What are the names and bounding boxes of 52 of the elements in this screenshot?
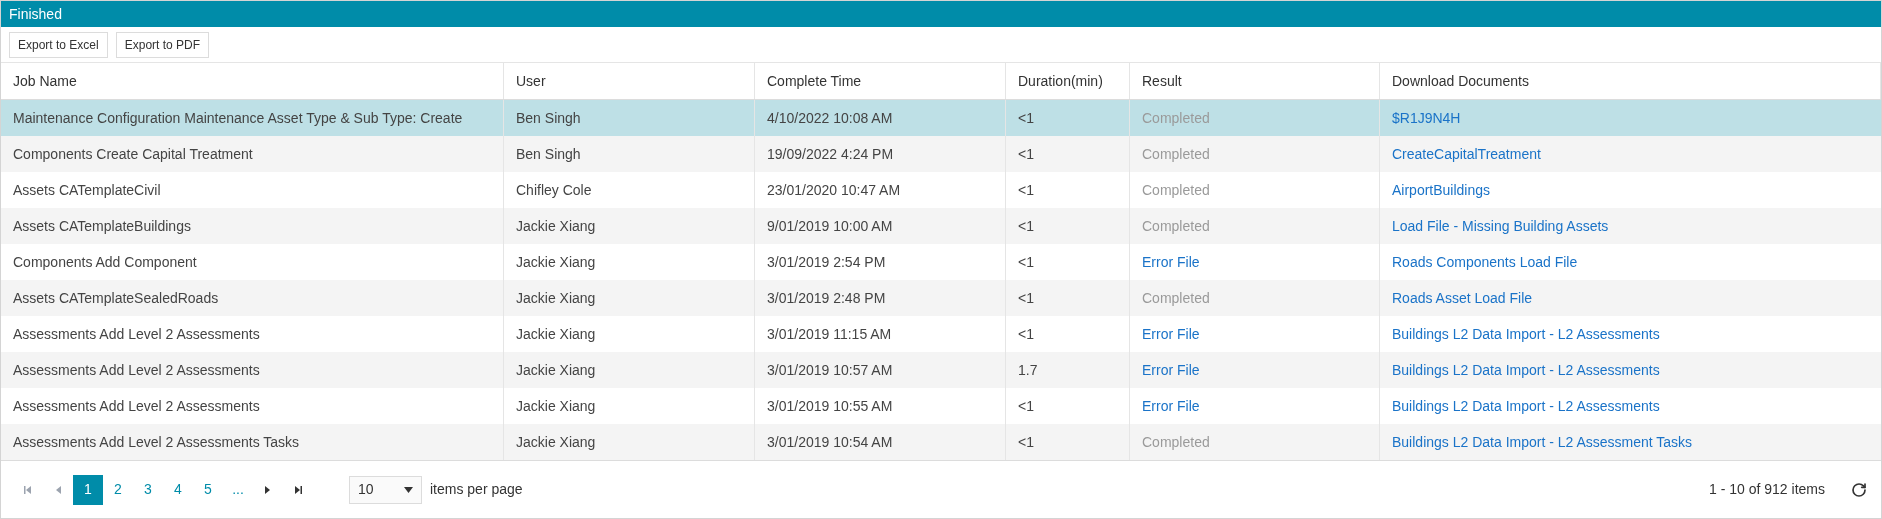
result-status: Completed [1142, 288, 1210, 308]
document-link[interactable]: Buildings L2 Data Import - L2 Assessment Tasks [1392, 431, 1693, 453]
page-button[interactable]: 2 [103, 474, 133, 505]
document-link[interactable]: AirportBuildings [1392, 179, 1491, 201]
result-status: Completed [1142, 432, 1210, 452]
document-link[interactable]: Load File - Missing Building Assets [1392, 215, 1609, 237]
result-status: Completed [1142, 144, 1210, 164]
result-status: Completed [1142, 108, 1210, 128]
document-link[interactable]: Buildings L2 Data Import - L2 Assessments [1392, 323, 1660, 345]
table-row[interactable]: Assessments Add Level 2 Assessments Tasks Jackie Xiang 3/01/2019 10:54 AM <1 Completed Buildings L2 Data Import - L2 Assessment Tasks [1, 424, 1881, 460]
page-button[interactable]: ... [223, 474, 253, 505]
column-header[interactable]: Duration(min) [1006, 63, 1130, 99]
caret-down-icon [404, 486, 413, 493]
error-file-link[interactable]: Error File [1142, 395, 1200, 417]
page-button[interactable]: 1 [73, 474, 103, 505]
panel-title: Finished [1, 1, 1881, 27]
table-row[interactable]: Components Create Capital Treatment Ben Singh 19/09/2022 4:24 PM <1 Completed CreateCapitalTreatment [1, 136, 1881, 172]
page-button[interactable]: 4 [163, 474, 193, 505]
table-row[interactable]: Assets CATemplateSealedRoads Jackie Xiang 3/01/2019 2:48 PM <1 Completed Roads Asset Load File [1, 280, 1881, 316]
items-per-page-label: items per page [430, 480, 523, 499]
table-cell: Assessments Add Level 2 Assessments Tasks [1, 424, 504, 460]
document-link[interactable]: Roads Asset Load File [1392, 287, 1533, 309]
error-file-link[interactable]: Error File [1142, 359, 1200, 381]
export-button[interactable]: Export to Excel [9, 31, 108, 58]
column-header[interactable]: Complete Time [755, 63, 1006, 99]
column-header[interactable]: Result [1130, 63, 1380, 99]
table-row[interactable]: Maintenance Configuration Maintenance Asset Type & Sub Type: Create Ben Singh 4/10/2022 10:08 AM <1 Completed $R1J9N4H [1, 100, 1881, 136]
document-link[interactable]: CreateCapitalTreatment [1392, 143, 1541, 165]
table-row[interactable]: Assets CATemplateBuildings Jackie Xiang 9/01/2019 10:00 AM <1 Completed Load File - Missing Building Assets [1, 208, 1881, 244]
page-size-dropdown[interactable]: 10 [349, 475, 422, 504]
table-cell: 3/01/2019 10:54 AM [755, 424, 1006, 460]
pager-summary: 1 - 10 of 912 items [1709, 480, 1825, 499]
page-button[interactable]: 5 [193, 474, 223, 505]
refresh-icon [1851, 481, 1867, 498]
error-file-link[interactable]: Error File [1142, 323, 1200, 345]
table-row[interactable]: Assessments Add Level 2 Assessments Jackie Xiang 3/01/2019 10:57 AM 1.7 Error File Buildings L2 Data Import - L2 Assessments [1, 352, 1881, 388]
arrow-right-bar-icon [292, 483, 304, 496]
document-link[interactable]: Buildings L2 Data Import - L2 Assessments [1392, 359, 1660, 381]
result-status: Completed [1142, 180, 1210, 200]
column-header[interactable]: User [504, 63, 755, 99]
page-button[interactable]: 3 [133, 474, 163, 505]
document-link[interactable]: Roads Components Load File [1392, 251, 1578, 273]
arrow-left-bar-icon [22, 483, 34, 496]
column-header[interactable]: Job Name [1, 63, 504, 99]
result-status: Completed [1142, 216, 1210, 236]
error-file-link[interactable]: Error File [1142, 251, 1200, 273]
export-button[interactable]: Export to PDF [115, 31, 210, 58]
table-cell: <1 [1006, 424, 1130, 460]
document-link[interactable]: Buildings L2 Data Import - L2 Assessments [1392, 395, 1660, 417]
document-link[interactable]: $R1J9N4H [1392, 107, 1461, 129]
table-cell: Jackie Xiang [504, 424, 755, 460]
column-header[interactable]: Download Documents [1380, 63, 1881, 99]
